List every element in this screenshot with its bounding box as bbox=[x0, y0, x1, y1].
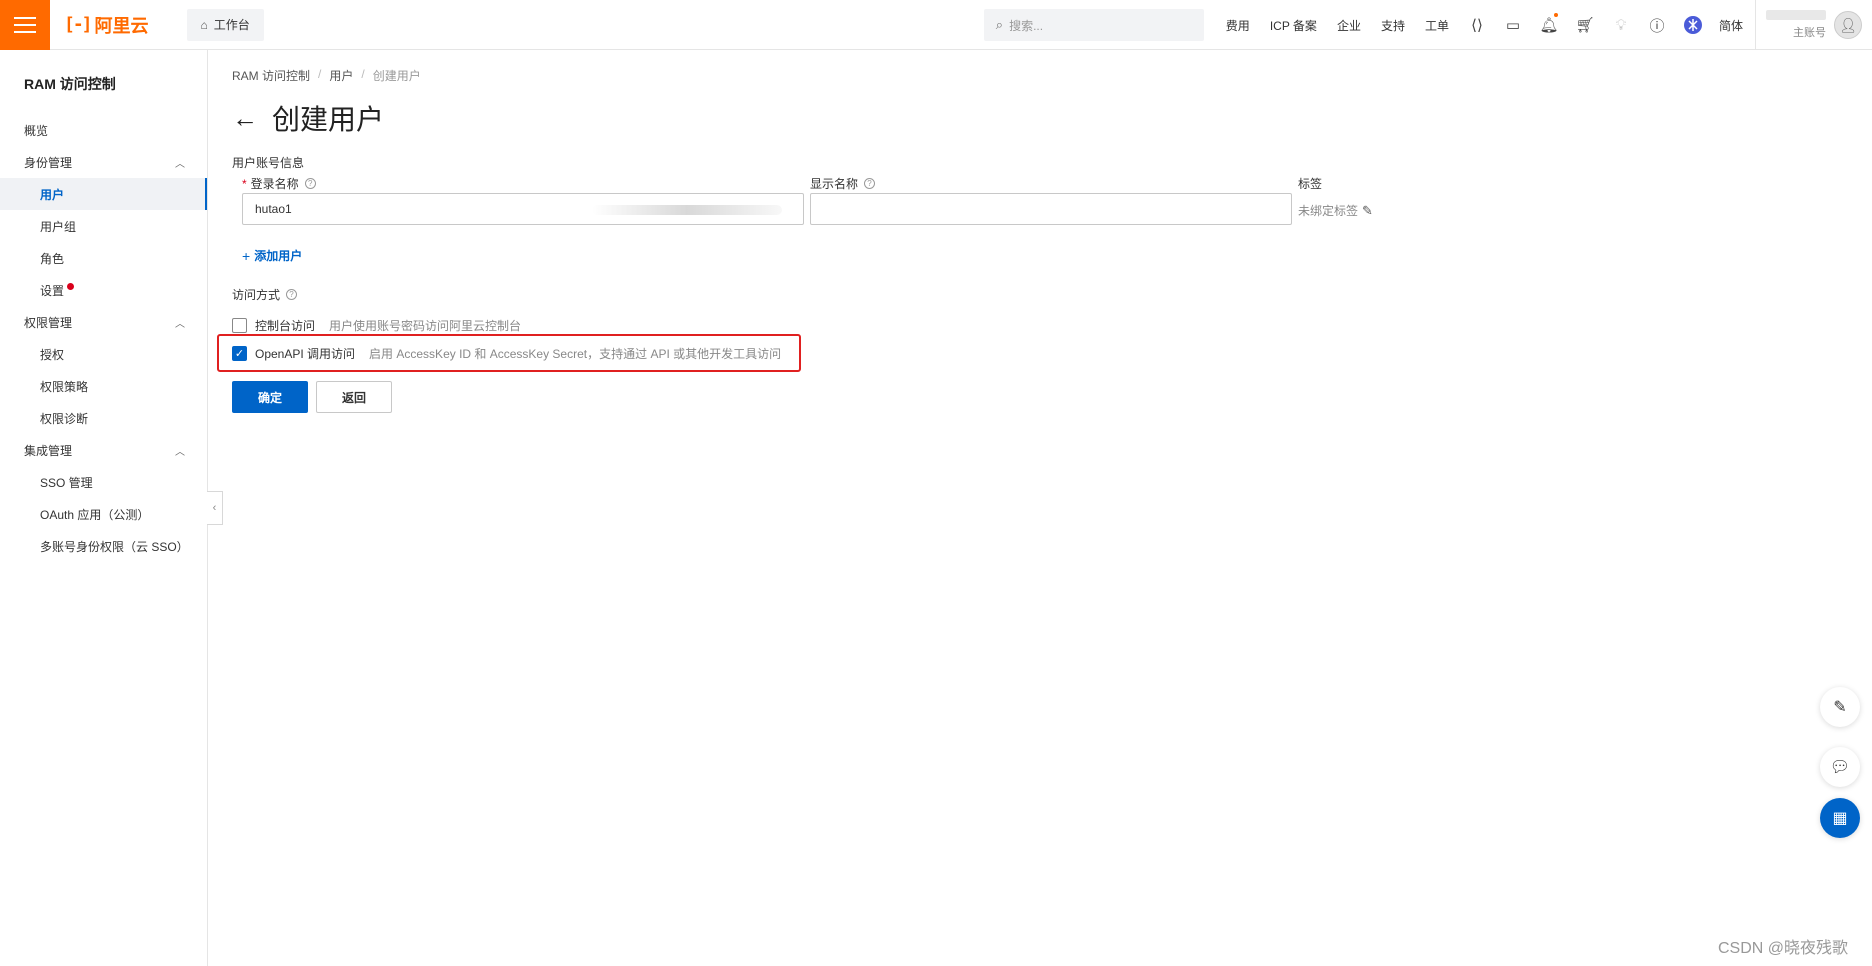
apps-grid-icon[interactable]: ▦ bbox=[1820, 798, 1860, 838]
logo-mark-icon: [-] bbox=[64, 14, 92, 35]
sidebar-item-users[interactable]: 用户 bbox=[0, 178, 207, 210]
top-link-enterprise[interactable]: 企业 bbox=[1337, 17, 1361, 34]
chevron-up-icon: ︿ bbox=[175, 446, 185, 458]
sidebar-item-roles[interactable]: 角色 bbox=[0, 242, 207, 274]
search-icon: ⌕ bbox=[995, 17, 1004, 32]
console-access-desc: 用户使用账号密码访问阿里云控制台 bbox=[329, 318, 522, 333]
menu-icon[interactable] bbox=[0, 0, 50, 50]
help-circle-icon[interactable]: ? bbox=[864, 178, 876, 189]
tag-value-text: 未绑定标签 bbox=[1298, 204, 1359, 218]
back-button[interactable]: 返回 bbox=[316, 381, 392, 413]
avatar[interactable]: 👤︎ bbox=[1834, 11, 1862, 39]
account-role: 主账号 bbox=[1793, 27, 1826, 39]
account-name-redacted bbox=[1766, 10, 1826, 20]
workbench-label: 工作台 bbox=[213, 18, 250, 32]
help-icon[interactable]: ⓘ bbox=[1639, 0, 1675, 50]
ai-assistant-icon[interactable] bbox=[1675, 0, 1711, 50]
breadcrumb-users[interactable]: 用户 bbox=[329, 67, 353, 84]
account-info-section-label: 用户账号信息 bbox=[232, 156, 305, 170]
tag-label-text: 标签 bbox=[1298, 177, 1323, 191]
login-name-label: * 登录名称 ? bbox=[242, 175, 316, 192]
main-content: RAM 访问控制 / 用户 / 创建用户 ← 创建用户 用户账号信息 * 登录名… bbox=[217, 50, 1832, 413]
sidebar-group-identity[interactable]: 身份管理 ︿ bbox=[0, 146, 207, 178]
breadcrumb-current: 创建用户 bbox=[372, 69, 421, 83]
chat-icon[interactable]: 💬︎ bbox=[1820, 747, 1860, 787]
redacted-domain-mask bbox=[592, 205, 782, 215]
top-bar: [-] 阿里云 ⌂ 工作台 ⌕ 搜索... 费用 ICP 备案 企业 支持 工单… bbox=[0, 0, 1872, 50]
home-icon: ⌂ bbox=[200, 17, 208, 32]
access-method-label: 访问方式 ? bbox=[232, 286, 1832, 303]
sidebar-item-label: 设置 bbox=[40, 283, 65, 298]
console-access-title: 控制台访问 bbox=[255, 318, 316, 333]
page-header: ← 创建用户 bbox=[232, 100, 1832, 136]
aliyun-logo[interactable]: [-] 阿里云 bbox=[64, 12, 149, 38]
top-link-ticket[interactable]: 工单 bbox=[1425, 17, 1449, 34]
language-switch[interactable]: 简体 bbox=[1719, 17, 1743, 34]
watermark: CSDN @晓夜残歌 bbox=[1717, 940, 1848, 957]
sidebar-group-label: 集成管理 bbox=[24, 443, 73, 458]
confirm-button[interactable]: 确定 bbox=[232, 381, 308, 413]
sidebar-item-oauth[interactable]: OAuth 应用（公测） bbox=[0, 498, 207, 530]
add-user-label: 添加用户 bbox=[254, 249, 303, 263]
code-icon[interactable]: ⟨⟩ bbox=[1459, 0, 1495, 50]
display-name-label: 显示名称 ? bbox=[810, 175, 876, 192]
breadcrumb: RAM 访问控制 / 用户 / 创建用户 bbox=[232, 67, 1832, 84]
display-name-label-text: 显示名称 bbox=[810, 177, 859, 191]
sidebar-group-permissions[interactable]: 权限管理 ︿ bbox=[0, 306, 207, 338]
search-input[interactable]: ⌕ 搜索... bbox=[983, 9, 1204, 41]
settings-badge-dot bbox=[67, 283, 74, 290]
display-name-input[interactable] bbox=[810, 193, 1292, 225]
form-actions: 确定 返回 bbox=[232, 381, 1832, 413]
sidebar-item-cloud-sso[interactable]: 多账号身份权限（云 SSO） bbox=[0, 530, 207, 562]
account-menu[interactable]: 主账号 👤︎ bbox=[1755, 0, 1872, 50]
help-circle-icon[interactable]: ? bbox=[286, 289, 298, 300]
tag-value: 未绑定标签 ✎ bbox=[1298, 202, 1373, 219]
sidebar-item-settings[interactable]: 设置 bbox=[0, 274, 207, 306]
sidebar-item-overview[interactable]: 概览 bbox=[0, 114, 207, 146]
terminal-icon[interactable]: ▭ bbox=[1495, 0, 1531, 50]
top-link-billing[interactable]: 费用 bbox=[1226, 17, 1250, 34]
console-access-checkbox[interactable] bbox=[232, 317, 247, 333]
chevron-up-icon: ︿ bbox=[175, 318, 185, 330]
cart-icon[interactable]: 🛒︎ bbox=[1567, 0, 1603, 50]
breadcrumb-separator: / bbox=[318, 67, 322, 81]
lightbulb-icon[interactable]: 💡︎ bbox=[1603, 0, 1639, 50]
back-arrow-icon[interactable]: ← bbox=[232, 105, 258, 131]
sidebar-item-policies[interactable]: 权限策略 bbox=[0, 370, 207, 402]
breadcrumb-separator: / bbox=[361, 67, 365, 81]
required-asterisk: * bbox=[242, 176, 247, 191]
sidebar-item-grants[interactable]: 授权 bbox=[0, 338, 207, 370]
sidebar-item-diagnosis[interactable]: 权限诊断 bbox=[0, 402, 207, 434]
sidebar-collapse-handle[interactable]: ‹ bbox=[207, 491, 223, 525]
login-name-label-text: 登录名称 bbox=[250, 177, 299, 191]
top-link-support[interactable]: 支持 bbox=[1381, 17, 1405, 34]
red-highlight-box bbox=[217, 334, 801, 372]
access-method-label-text: 访问方式 bbox=[232, 288, 281, 302]
workbench-button[interactable]: ⌂ 工作台 bbox=[186, 8, 264, 41]
user-form-row: * 登录名称 ? 显示名称 ? 标签 未绑定标签 ✎ bbox=[232, 175, 1832, 245]
sidebar-group-label: 权限管理 bbox=[24, 315, 73, 330]
sidebar-group-label: 身份管理 bbox=[24, 155, 73, 170]
sidebar-item-sso[interactable]: SSO 管理 bbox=[0, 466, 207, 498]
chevron-up-icon: ︿ bbox=[175, 158, 185, 170]
bell-icon[interactable]: 🔔︎ bbox=[1531, 0, 1567, 50]
breadcrumb-ram[interactable]: RAM 访问控制 bbox=[232, 67, 310, 84]
notification-dot bbox=[1553, 13, 1558, 17]
sidebar-item-user-groups[interactable]: 用户组 bbox=[0, 210, 207, 242]
page-title: 创建用户 bbox=[272, 104, 385, 135]
sidebar: RAM 访问控制 概览 身份管理 ︿ 用户 用户组 角色 设置 权限管理 ︿ 授… bbox=[0, 50, 208, 966]
tag-label: 标签 bbox=[1298, 175, 1322, 192]
openapi-access-option[interactable]: ✓ OpenAPI 调用访问 启用 AccessKey ID 和 AccessK… bbox=[217, 334, 1832, 372]
top-link-icp[interactable]: ICP 备案 bbox=[1270, 17, 1317, 34]
search-placeholder: 搜索... bbox=[1009, 18, 1044, 33]
edit-pencil-icon[interactable]: ✎ bbox=[1362, 203, 1373, 219]
brand-name: 阿里云 bbox=[94, 15, 149, 36]
sidebar-title: RAM 访问控制 bbox=[24, 76, 116, 92]
plus-icon: + bbox=[242, 247, 251, 264]
add-user-button[interactable]: + 添加用户 bbox=[242, 247, 302, 264]
edit-pencil-float-icon[interactable]: ✎ bbox=[1820, 687, 1860, 727]
help-circle-icon[interactable]: ? bbox=[304, 178, 316, 189]
sidebar-group-integration[interactable]: 集成管理 ︿ bbox=[0, 434, 207, 466]
